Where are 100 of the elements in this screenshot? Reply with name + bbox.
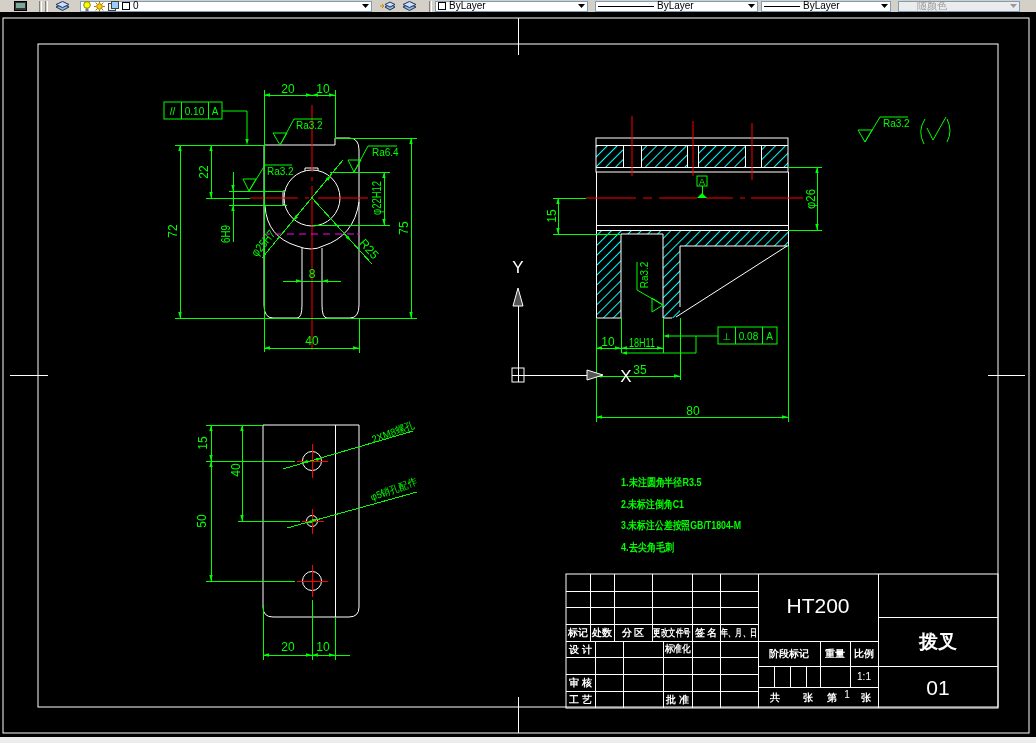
screen-icon[interactable] — [14, 1, 27, 11]
sheet-count-label: 第 — [827, 692, 837, 703]
caret-icon — [881, 4, 888, 8]
dimension-value: 50 — [195, 514, 209, 528]
color-dropdown[interactable]: ByLayer — [435, 0, 588, 12]
roughness-value: Ra6.4 — [372, 146, 399, 158]
sheet-count-label: 张 — [803, 692, 813, 703]
caret-icon — [362, 4, 369, 8]
dimension-value: 8 — [308, 267, 316, 281]
drawing-number: 01 — [926, 675, 950, 699]
note-text: 4.去尖角毛刺 — [621, 541, 674, 553]
dimension-value: 20 — [281, 82, 295, 96]
dimension-value: 75 — [397, 221, 411, 235]
roughness-value: Ra3.2 — [296, 120, 323, 131]
dimension-value: 72 — [166, 224, 180, 238]
title-block-label: 签 名 — [694, 627, 718, 638]
dimension-value: 10 — [316, 82, 330, 96]
dimension-line — [262, 599, 313, 661]
dimension-value: 6H9 — [219, 225, 233, 243]
roughness-value: Ra3.2 — [883, 117, 910, 129]
sheet-count-label: 共 — [770, 692, 780, 703]
parenthesized-check-icon — [920, 116, 951, 145]
dimension-value: 15 — [196, 436, 210, 450]
title-block-label: 标记 — [568, 627, 588, 638]
datum-reference: A — [211, 105, 219, 117]
caret-icon — [748, 4, 755, 8]
title-block-label: 重量 — [825, 648, 845, 659]
line-sample-icon — [598, 4, 654, 8]
centerline-cross — [296, 564, 329, 598]
centerline — [751, 122, 753, 181]
note-text: 1.未注圆角半径R3.5 — [621, 476, 702, 488]
sheet-count-label: 1 — [844, 689, 850, 700]
layers-arrow-icon[interactable] — [380, 1, 396, 11]
caret-icon — [1010, 4, 1017, 8]
dimension-value: 22 — [197, 165, 211, 179]
centering-mark — [987, 374, 1026, 376]
layers-icon[interactable] — [55, 1, 70, 11]
sheet-count-label: 张 — [861, 692, 871, 703]
centerline-cross — [296, 443, 329, 479]
centerline — [692, 120, 694, 177]
color-swatch-icon — [122, 2, 130, 10]
dimension-value: 35 — [633, 363, 647, 377]
centering-mark — [517, 696, 519, 734]
color-swatch-icon — [438, 2, 446, 10]
sun-icon[interactable] — [94, 0, 105, 12]
dimension-value: 15 — [545, 209, 559, 223]
dimension-value: 40 — [229, 463, 243, 477]
title-block-label: 标准化 — [665, 643, 690, 655]
title-block-label: 工 艺 — [569, 694, 592, 705]
caret-icon — [578, 4, 585, 8]
dimension-value: 10 — [316, 640, 330, 654]
dimension-value: 20 — [281, 640, 295, 654]
title-block-label: 处数 — [592, 627, 612, 638]
part-name: 拨叉 — [919, 630, 957, 652]
centering-mark — [517, 17, 519, 56]
dimension-value: 40 — [305, 334, 319, 348]
centerline — [631, 115, 633, 177]
hole-circle — [302, 451, 322, 471]
dimension-line — [311, 616, 351, 661]
dimension-value: φ26 — [803, 189, 817, 209]
dimension-line — [787, 166, 823, 231]
title-block-label: 比例 — [854, 648, 874, 659]
dimension-value: 18H11 — [629, 335, 655, 349]
title-block-label: 更改文件号 — [653, 626, 691, 639]
hole-circle — [306, 515, 318, 527]
roughness-value: Ra3.2 — [638, 261, 650, 289]
centering-mark — [9, 374, 49, 376]
tolerance-symbol: // — [169, 105, 176, 117]
material-label: HT200 — [786, 593, 850, 617]
datum-label: A — [699, 176, 705, 187]
note-text: 3.未标注公差按照GB/T1804-M — [621, 518, 742, 532]
callout-label: φ5销孔配作 — [368, 475, 420, 503]
note-text: 2.未标注倒角C1 — [621, 497, 684, 511]
lineweight-dropdown[interactable]: ByLayer — [761, 0, 891, 12]
tolerance-value: 0.10 — [184, 105, 205, 117]
title-block-label: 年、月、日 — [720, 626, 758, 639]
scale-value: 1:1 — [857, 671, 871, 682]
roughness-value: Ra3.2 — [267, 165, 294, 177]
title-block-label: 阶段标记 — [769, 648, 809, 659]
dimension-value: 10 — [601, 335, 615, 349]
layer-dropdown[interactable]: 0 — [80, 0, 372, 12]
linetype-dropdown[interactable]: ByLayer — [595, 0, 758, 12]
layers-icon[interactable] — [402, 1, 417, 11]
dimension-value: φ22H12 — [370, 181, 384, 215]
hole-circle — [302, 571, 322, 591]
axis-label: Y — [512, 257, 524, 277]
sheets-icon[interactable] — [108, 1, 119, 11]
lightbulb-icon[interactable] — [83, 0, 91, 12]
title-block-label: 审 核 — [569, 677, 592, 688]
title-block-label: 设 计 — [569, 643, 592, 655]
tolerance-symbol: ⊥ — [722, 330, 731, 342]
callout-label: 2XM8螺孔 — [370, 419, 416, 445]
ucs-icon — [511, 287, 604, 383]
title-block-label: 分 区 — [621, 627, 645, 638]
tolerance-value: 0.08 — [738, 330, 759, 342]
title-block-label: 批 准 — [666, 694, 689, 705]
line-sample-icon — [764, 4, 800, 8]
centerline-cross — [301, 508, 325, 535]
dimension-value: 80 — [686, 404, 700, 418]
dimension-value: R25 — [356, 236, 382, 262]
